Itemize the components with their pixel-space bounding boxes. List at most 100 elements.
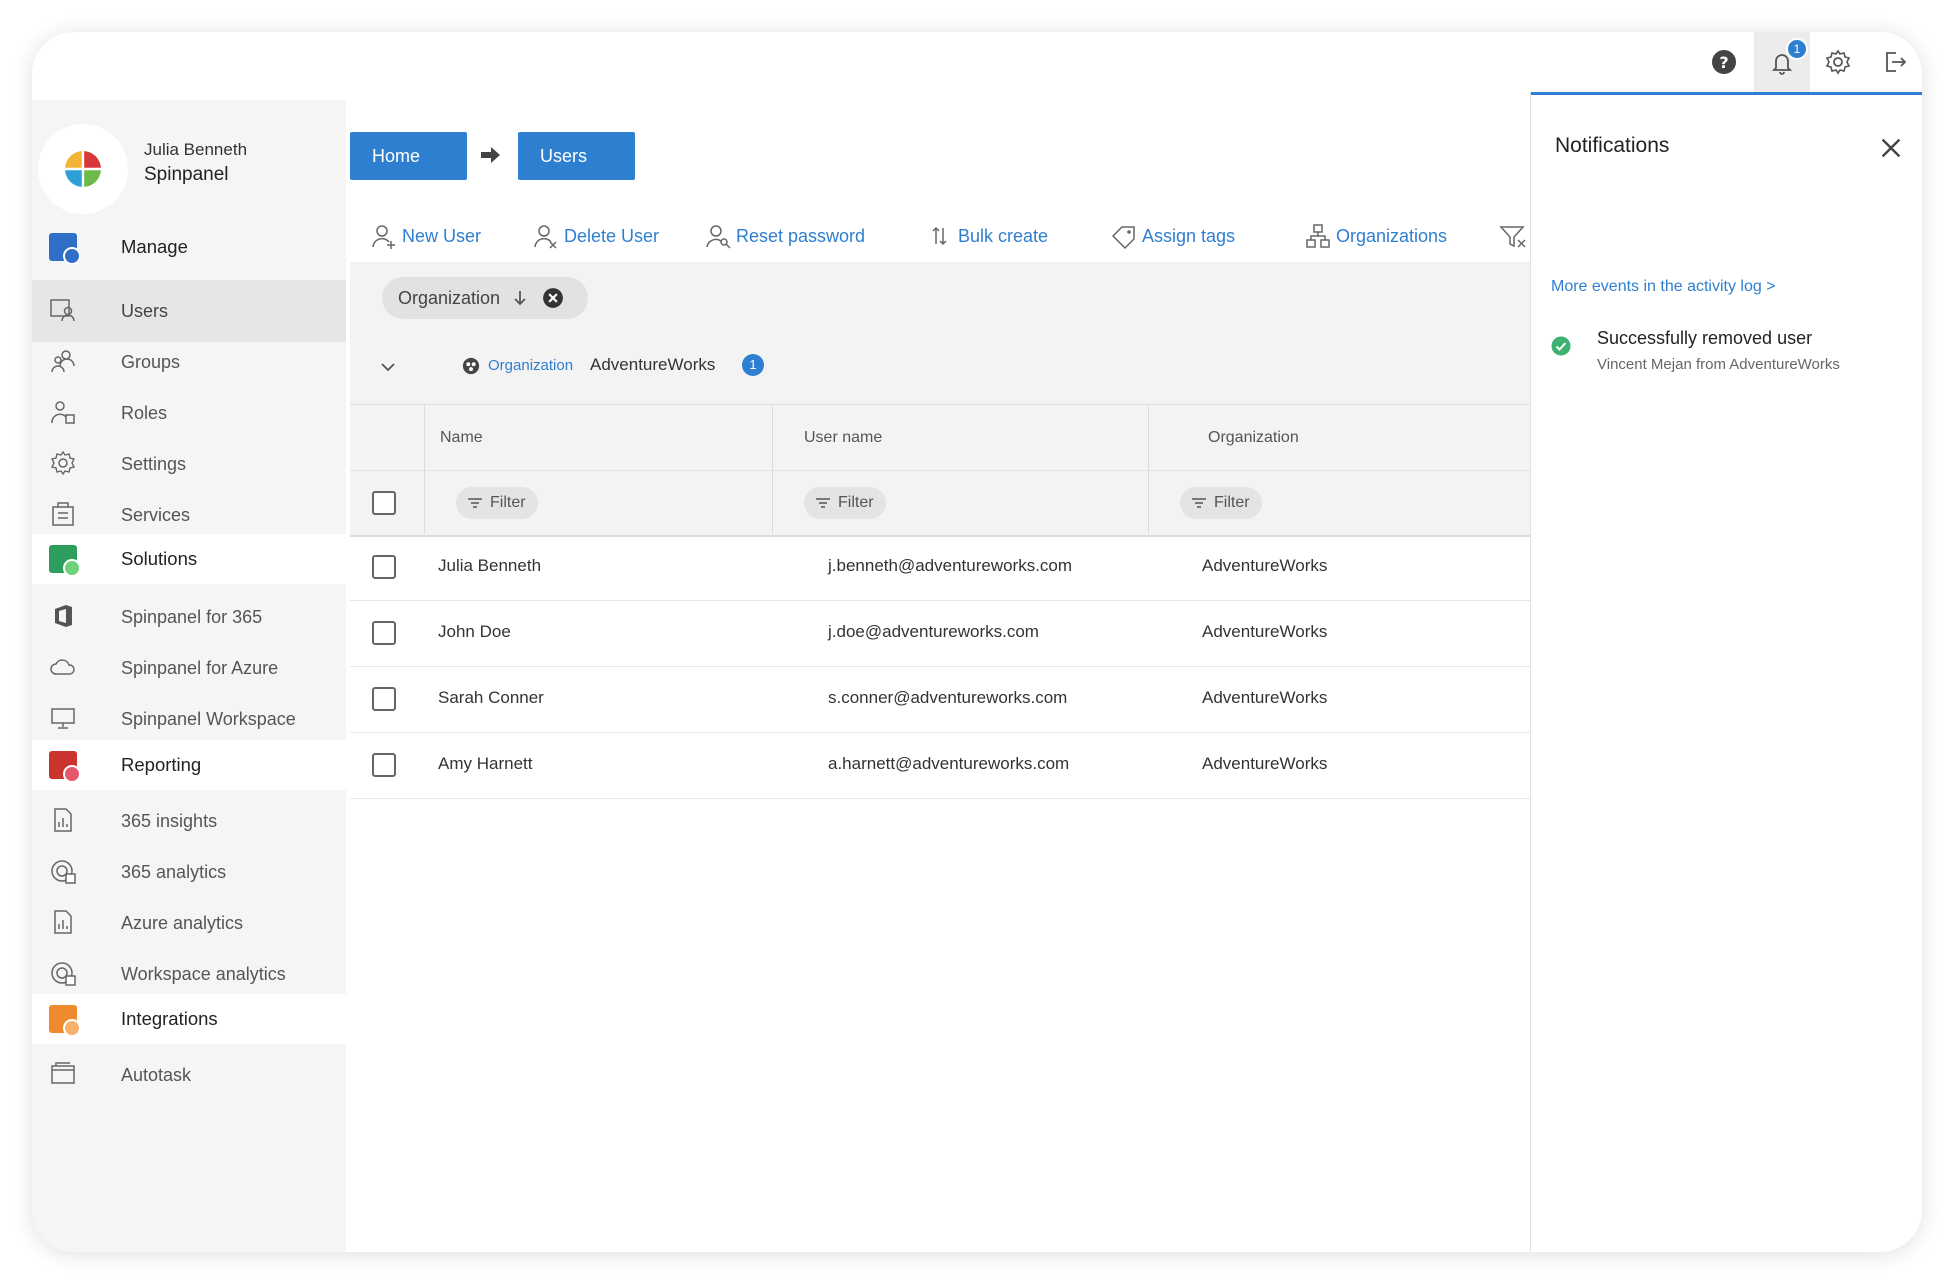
sidebar-item-label: Spinpanel for 365: [121, 606, 263, 627]
services-icon: [46, 497, 80, 531]
group-row[interactable]: Organization AdventureWorks 1: [350, 337, 1530, 399]
cell-username: s.conner@adventureworks.com: [828, 688, 1068, 707]
notifications-title: Notifications: [1555, 134, 1670, 157]
app-window: ? 1 Julia Benneth Spinpanel Manage Users…: [32, 32, 1922, 1252]
notification-item[interactable]: Successfully removed user Vincent Mejan …: [1531, 328, 1922, 388]
logout-icon[interactable]: [1866, 32, 1922, 92]
solutions-app-icon: [46, 542, 81, 577]
organizations-button[interactable]: Organizations: [1304, 218, 1447, 254]
success-check-icon: [1551, 336, 1571, 356]
sidebar-item-label: Roles: [121, 402, 168, 423]
table-row[interactable]: John Doe j.doe@adventureworks.com Advent…: [350, 600, 1530, 667]
users-icon: [46, 293, 80, 327]
section-label: Solutions: [121, 548, 198, 569]
close-icon[interactable]: [1879, 136, 1903, 160]
report-icon: [46, 803, 80, 837]
office-icon: [46, 599, 80, 633]
organizations-label: Organizations: [1336, 225, 1448, 246]
bulk-create-button[interactable]: Bulk create: [926, 218, 1048, 254]
section-reporting[interactable]: Reporting: [32, 740, 346, 790]
filter-lines-icon: [816, 498, 830, 508]
sidebar-item-autotask[interactable]: Autotask: [32, 1044, 346, 1106]
section-integrations[interactable]: Integrations: [32, 994, 346, 1044]
sidebar-item-label: Azure analytics: [121, 912, 244, 933]
activity-log-link[interactable]: More events in the activity log >: [1551, 278, 1776, 296]
sidebar-item-label: 365 insights: [121, 810, 218, 831]
filter-name-button[interactable]: Filter: [456, 487, 538, 519]
analytics-icon: [46, 854, 80, 888]
avatar[interactable]: [38, 124, 128, 214]
filter-label: Filter: [838, 494, 874, 511]
filter-label: Filter: [1214, 494, 1250, 511]
profile-name: Julia Benneth: [144, 140, 248, 159]
row-checkbox[interactable]: [372, 687, 396, 711]
cell-name: Amy Harnett: [438, 754, 533, 773]
cell-name: Sarah Conner: [438, 688, 544, 707]
column-header-name[interactable]: Name: [440, 429, 483, 447]
organization-icon: [462, 357, 480, 375]
group-field-label: Organization: [488, 357, 574, 374]
table-row[interactable]: Sarah Conner s.conner@adventureworks.com…: [350, 666, 1530, 733]
column-divider: [772, 404, 773, 534]
row-checkbox[interactable]: [372, 753, 396, 777]
sidebar-item-label: Spinpanel Workspace: [121, 708, 296, 729]
key-user-icon: [706, 225, 731, 249]
clear-filter-button[interactable]: [1498, 218, 1530, 254]
notification-detail: Vincent Mejan from AdventureWorks: [1597, 356, 1840, 373]
table-header: Name User name Organization: [350, 404, 1530, 471]
column-header-username[interactable]: User name: [804, 429, 882, 447]
filter-row: Filter Filter Filter: [350, 470, 1530, 537]
column-header-organization[interactable]: Organization: [1208, 429, 1299, 447]
sidebar-item-label: Groups: [121, 351, 181, 372]
sidebar-item-label: Settings: [121, 453, 187, 474]
cell-organization: AdventureWorks: [1202, 556, 1328, 575]
notification-title: Successfully removed user: [1597, 328, 1813, 348]
breadcrumb-home[interactable]: Home: [350, 132, 467, 180]
row-checkbox[interactable]: [372, 621, 396, 645]
groups-icon: [46, 344, 80, 378]
group-by-chip[interactable]: Organization: [382, 277, 588, 319]
notifications-bell-icon[interactable]: 1: [1754, 32, 1810, 92]
delete-user-label: Delete User: [564, 225, 660, 246]
gear-icon[interactable]: [1810, 32, 1866, 92]
select-all-checkbox[interactable]: [372, 491, 396, 515]
notifications-panel: Notifications More events in the activit…: [1530, 92, 1922, 1252]
delete-user-button[interactable]: Delete User: [532, 218, 659, 254]
new-user-label: New User: [402, 225, 482, 246]
remove-chip-icon[interactable]: [542, 287, 564, 309]
section-solutions[interactable]: Solutions: [32, 534, 346, 584]
group-by-label: Organization: [398, 287, 501, 308]
analytics-icon: [46, 956, 80, 990]
table-row[interactable]: Julia Benneth j.benneth@adventureworks.c…: [350, 534, 1530, 601]
delete-user-icon: [534, 225, 557, 249]
reporting-app-icon: [46, 748, 81, 783]
sidebar-item-label: Users: [121, 300, 169, 321]
chevron-down-icon[interactable]: [378, 357, 398, 377]
row-checkbox[interactable]: [372, 555, 396, 579]
help-icon[interactable]: ?: [1696, 32, 1752, 92]
new-user-button[interactable]: New User: [370, 218, 481, 254]
table-row[interactable]: Amy Harnett a.harnett@adventureworks.com…: [350, 732, 1530, 799]
filter-lines-icon: [468, 498, 482, 508]
group-count-badge: 1: [742, 354, 764, 376]
cell-organization: AdventureWorks: [1202, 688, 1328, 707]
add-user-icon: [372, 225, 395, 249]
sidebar-item-label: Autotask: [121, 1064, 192, 1085]
filter-lines-icon: [1192, 498, 1206, 508]
roles-icon: [46, 395, 80, 429]
cell-username: a.harnett@adventureworks.com: [828, 754, 1070, 773]
filter-username-button[interactable]: Filter: [804, 487, 886, 519]
cell-name: Julia Benneth: [438, 556, 542, 575]
breadcrumb-current[interactable]: Users: [518, 132, 635, 180]
assign-tags-button[interactable]: Assign tags: [1110, 218, 1235, 254]
notification-count-badge: 1: [1786, 38, 1808, 60]
arrow-down-icon[interactable]: [510, 288, 530, 308]
filter-clear-icon: [1499, 226, 1526, 248]
report-icon: [46, 905, 80, 939]
sort-arrows-icon: [932, 226, 947, 246]
cell-organization: AdventureWorks: [1202, 754, 1328, 773]
sidebar-item-label: Spinpanel for Azure: [121, 657, 279, 678]
reset-password-button[interactable]: Reset password: [704, 218, 865, 254]
filter-organization-button[interactable]: Filter: [1180, 487, 1262, 519]
section-manage[interactable]: Manage: [32, 220, 346, 274]
